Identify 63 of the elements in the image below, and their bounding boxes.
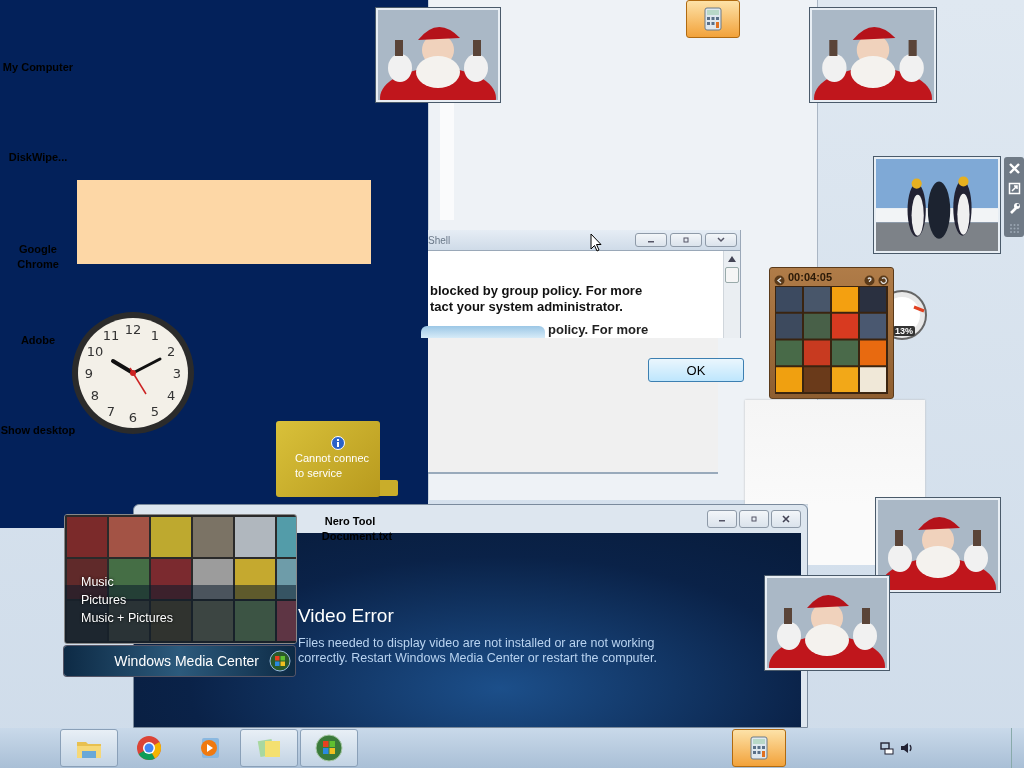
desktop-icon-label[interactable]: Google Chrome [0, 242, 76, 272]
clock-numeral: 7 [106, 404, 116, 420]
taskbar-button[interactable] [300, 729, 358, 767]
message-text: tact your system administrator. [430, 299, 624, 315]
browser-icon [134, 733, 164, 763]
minimize-button[interactable] [707, 510, 737, 528]
status-text: to service [295, 466, 344, 481]
scroll-up-icon [728, 256, 736, 262]
clock-numeral: 8 [90, 388, 100, 403]
clock-numeral: 1 [150, 327, 160, 343]
clock-numeral: 3 [172, 366, 182, 381]
dropdown-button[interactable] [705, 233, 737, 247]
desktop-icon-label[interactable]: Document.txt [312, 529, 402, 544]
taskbar-button[interactable] [732, 729, 786, 767]
back-icon[interactable] [774, 274, 785, 286]
clock-numeral: 6 [128, 410, 138, 425]
menu-item[interactable]: Music + Pictures [81, 611, 174, 625]
message-text: blocked by group policy. For more [430, 283, 644, 299]
clock-numeral: 10 [86, 344, 104, 359]
desktop-icon-label[interactable]: DiskWipe... [0, 150, 76, 165]
desktop-icon-label[interactable]: Nero Tool [312, 514, 388, 529]
maximize-icon [749, 515, 759, 523]
error-message: Files needed to display video are not installed or are not working correctly. Restart Windows Media Center or restart the computer. [298, 636, 658, 666]
clock-numeral: 5 [150, 404, 160, 420]
close-icon [781, 515, 791, 523]
drag-handle-icon[interactable] [1007, 221, 1021, 235]
network-icon[interactable] [880, 741, 894, 755]
resize-icon[interactable] [1007, 181, 1021, 195]
clock-numeral: 11 [102, 327, 120, 343]
minimize-button[interactable] [635, 233, 667, 247]
maximize-icon [681, 236, 691, 244]
taskbar-button[interactable] [240, 729, 298, 767]
desktop-icon-label[interactable]: My Computer [0, 60, 76, 75]
app-title: Windows Media Center [114, 653, 259, 669]
clock-numeral: 9 [84, 366, 94, 381]
window-title: Shell [428, 234, 451, 246]
scroll-thumb[interactable] [725, 267, 739, 283]
volume-icon[interactable] [900, 741, 914, 755]
error-title: Video Error [298, 605, 395, 627]
close-icon[interactable] [1007, 161, 1021, 175]
windows-logo-icon [314, 733, 344, 763]
taskbar-button[interactable] [686, 0, 740, 38]
windows-logo-icon [269, 650, 291, 672]
desktop-icon-label[interactable]: Show desktop [0, 423, 76, 438]
ok-button[interactable]: OK [648, 358, 744, 382]
refresh-icon[interactable] [878, 274, 889, 286]
status-text: Cannot connec [295, 451, 370, 466]
scrollbar[interactable] [723, 251, 740, 338]
clock-numeral: 2 [166, 344, 176, 359]
clock-numeral: 12 [124, 322, 142, 337]
caret-icon [716, 236, 726, 244]
close-button[interactable] [771, 510, 801, 528]
taskbar-button[interactable] [60, 729, 118, 767]
menu-item[interactable]: Pictures [81, 593, 174, 607]
cpu-reading: 13% [893, 326, 915, 336]
message-text: policy. For more [548, 322, 649, 337]
help-icon[interactable] [864, 274, 875, 286]
timer-text: 00:04:05 [788, 271, 834, 283]
menu-item[interactable]: Music [81, 575, 174, 589]
clock-hands-drawing [111, 357, 162, 395]
desktop-icon-label[interactable]: Adobe [0, 333, 76, 348]
clock-numeral: 4 [166, 388, 176, 403]
maximize-button[interactable] [670, 233, 702, 247]
